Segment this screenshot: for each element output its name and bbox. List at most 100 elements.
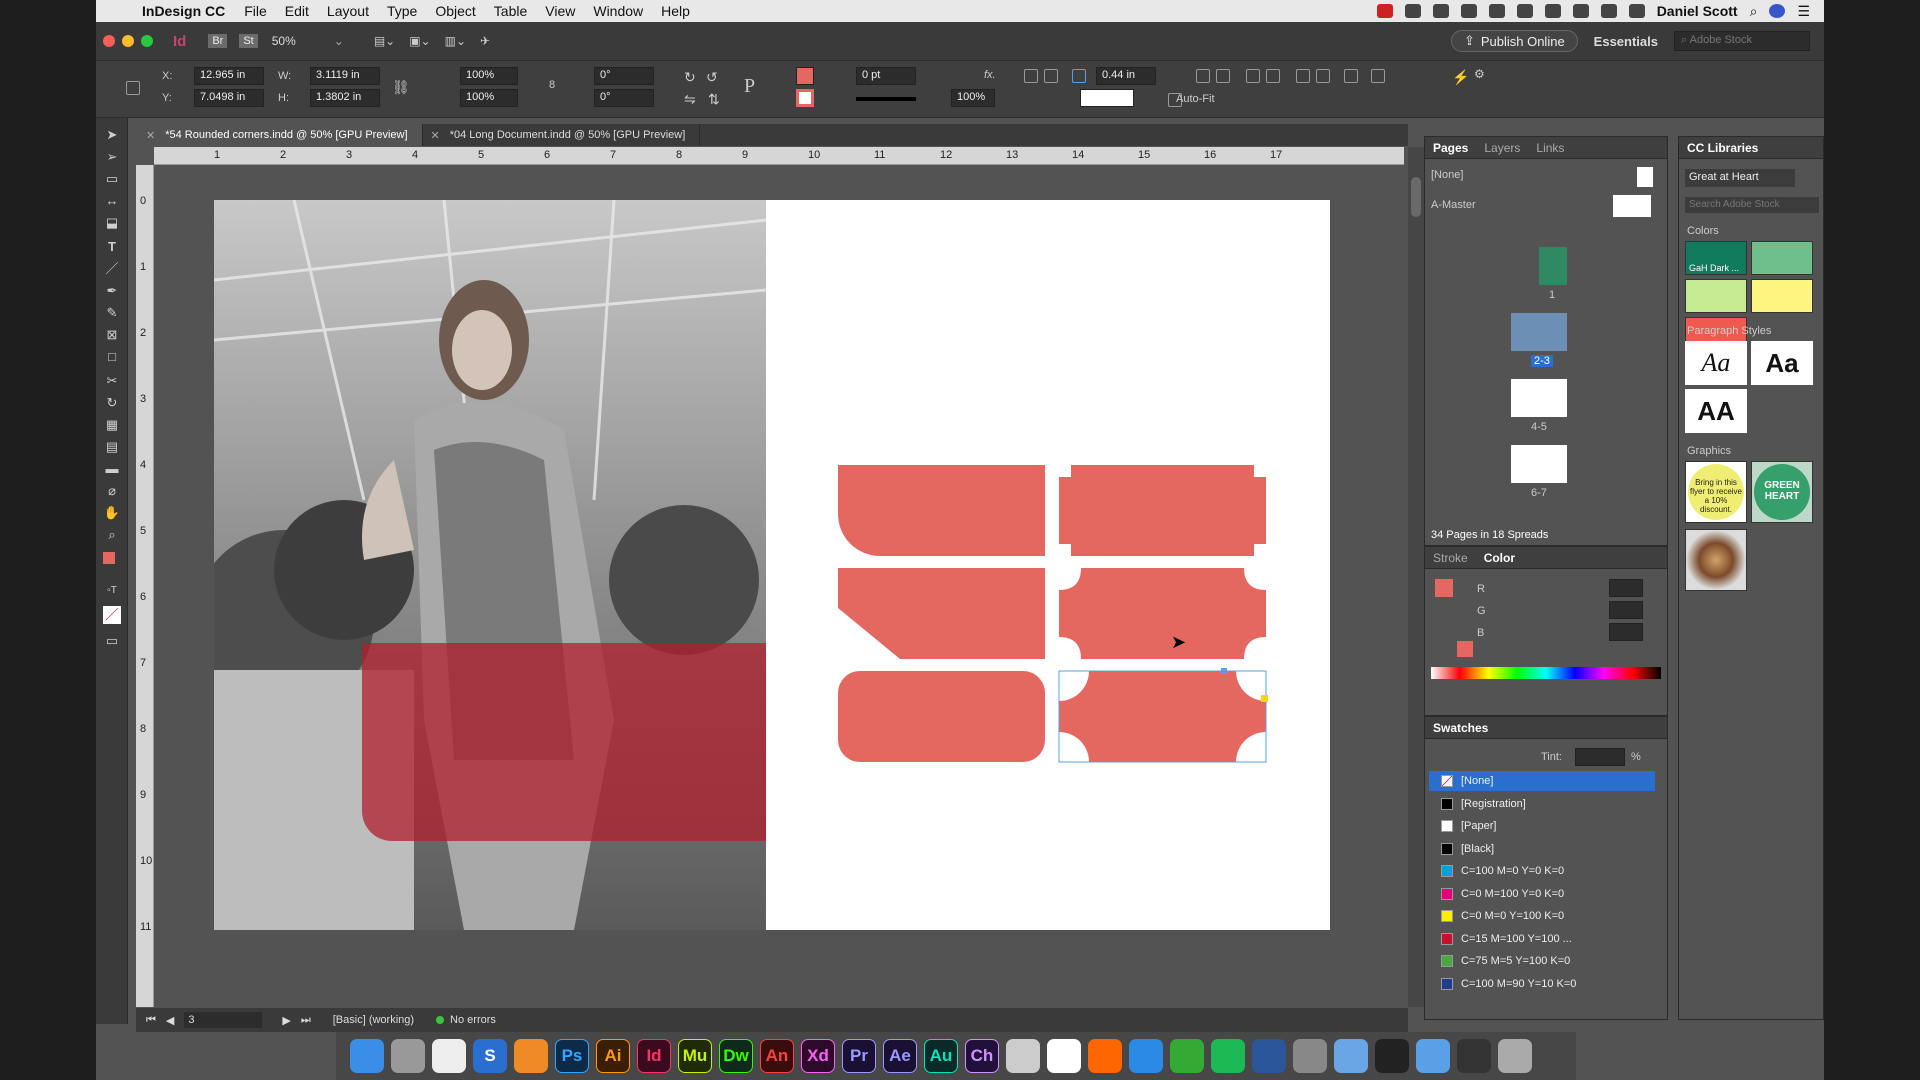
textedit-icon[interactable]: [432, 1039, 466, 1073]
preflight-errors[interactable]: No errors: [450, 1014, 496, 1026]
bridge-button[interactable]: Br: [208, 34, 228, 48]
zoom-window-button[interactable]: [141, 35, 153, 47]
stroke-weight-field[interactable]: 0 pt: [856, 67, 916, 85]
screen-mode-tool-icon[interactable]: ▭: [103, 632, 121, 650]
flip-horizontal-icon[interactable]: ⇋: [684, 91, 696, 108]
tab-rounded-corners[interactable]: ✕ *54 Rounded corners.indd @ 50% [GPU Pre…: [138, 124, 423, 146]
tab-links[interactable]: Links: [1536, 141, 1564, 155]
chevron-down-icon[interactable]: ⌄: [334, 34, 344, 48]
page-left-photo[interactable]: [214, 200, 766, 930]
tab-long-document[interactable]: ✕ *04 Long Document.indd @ 50% [GPU Previ…: [423, 124, 701, 146]
wrap-none-icon[interactable]: [1196, 69, 1210, 83]
align-left-icon[interactable]: [1024, 69, 1038, 83]
menu-window[interactable]: Window: [584, 3, 652, 19]
vertical-ruler[interactable]: 0 1 2 3 4 5 6 7 8 9 10 11: [136, 165, 154, 1007]
graphic-discount-badge[interactable]: Bring in this flyer to receive a 10% dis…: [1685, 461, 1747, 523]
arrange-docs-icon[interactable]: ▥⌄: [445, 34, 466, 48]
last-color-swatch[interactable]: [1457, 641, 1473, 657]
para-style-bold[interactable]: Aa: [1751, 341, 1813, 385]
dock-app-id-icon[interactable]: Id: [637, 1039, 671, 1073]
shape-fancy-corners[interactable]: [1059, 568, 1266, 659]
swatch-row[interactable]: C=15 M=100 Y=100 ...: [1429, 929, 1655, 949]
publish-icon[interactable]: ✈: [480, 34, 490, 48]
tab-stroke[interactable]: Stroke: [1433, 551, 1468, 565]
lightning-icon[interactable]: ⚡: [1452, 69, 1469, 86]
b-field[interactable]: [1609, 623, 1643, 641]
dock-app-pr-icon[interactable]: Pr: [842, 1039, 876, 1073]
gear-icon[interactable]: ⚙: [1474, 67, 1485, 81]
menu-table[interactable]: Table: [485, 3, 536, 19]
height-field[interactable]: 1.3802 in: [310, 89, 380, 107]
library-color-swatch[interactable]: GaH Dark ...: [1685, 241, 1747, 275]
width-field[interactable]: 3.1119 in: [310, 67, 380, 85]
volume-icon[interactable]: [1600, 4, 1617, 18]
type-tool-icon[interactable]: T: [103, 238, 121, 256]
trash-icon[interactable]: [1498, 1039, 1532, 1073]
skype-icon[interactable]: S: [473, 1039, 507, 1073]
tab-layers[interactable]: Layers: [1484, 141, 1520, 155]
menu-object[interactable]: Object: [426, 3, 484, 19]
gradient-swatch-tool-icon[interactable]: ▦: [103, 416, 121, 434]
selection-tool-icon[interactable]: ➤: [103, 126, 121, 144]
close-tab-icon[interactable]: ✕: [431, 129, 440, 142]
fit-proportional-icon[interactable]: [1266, 69, 1280, 83]
g-field[interactable]: [1609, 601, 1643, 619]
align-objects-center-icon[interactable]: [1316, 69, 1330, 83]
finder-icon[interactable]: [350, 1039, 384, 1073]
acrobat-icon[interactable]: [1006, 1039, 1040, 1073]
prev-page-icon[interactable]: ◀: [166, 1014, 174, 1027]
fit-frame-icon[interactable]: [1072, 69, 1086, 83]
gradient-feather-tool-icon[interactable]: ▤: [103, 438, 121, 456]
zoom-level[interactable]: 50%: [272, 34, 334, 48]
none-master[interactable]: [None]: [1431, 169, 1463, 181]
swatch-row[interactable]: [Paper]: [1429, 816, 1655, 836]
app-menu[interactable]: InDesign CC: [132, 3, 235, 19]
dock-app-an-icon[interactable]: An: [760, 1039, 794, 1073]
menu-type[interactable]: Type: [378, 3, 426, 19]
corner-shape-select[interactable]: [1080, 89, 1134, 107]
align-center-icon[interactable]: [1044, 69, 1058, 83]
reference-point-icon[interactable]: [126, 81, 140, 95]
para-style-serif[interactable]: Aa: [1685, 341, 1747, 385]
colors-heading[interactable]: Colors: [1687, 225, 1719, 237]
swatch-row[interactable]: C=100 M=90 Y=10 K=0: [1429, 974, 1655, 994]
direct-selection-tool-icon[interactable]: ➢: [103, 148, 121, 166]
opacity-field[interactable]: 100%: [951, 89, 995, 107]
chrome-icon[interactable]: [1047, 1039, 1081, 1073]
first-page-icon[interactable]: ⏮: [146, 1014, 156, 1027]
menu-help[interactable]: Help: [652, 3, 699, 19]
stroke-swatch[interactable]: [796, 89, 814, 107]
red-overlay-shape[interactable]: [362, 643, 766, 841]
tab-pages[interactable]: Pages: [1433, 141, 1468, 155]
fill-swatch[interactable]: [796, 67, 814, 85]
dropbox-icon[interactable]: [1404, 4, 1421, 18]
flip-vertical-icon[interactable]: ⇅: [708, 91, 720, 108]
word-icon[interactable]: [1252, 1039, 1286, 1073]
swatch-row[interactable]: [None]: [1429, 771, 1655, 791]
folder-icon[interactable]: [1416, 1039, 1450, 1073]
para-style-caps[interactable]: AA: [1685, 389, 1747, 433]
line-tool-icon[interactable]: ／: [103, 260, 121, 278]
zoom-tool-icon[interactable]: ⌕: [103, 526, 121, 544]
time-machine-icon[interactable]: [1516, 4, 1533, 18]
horizontal-ruler[interactable]: 1 2 3 4 5 6 7 8 9 10 11 12 13 14 15 16 17: [154, 147, 1404, 165]
workspace-switcher[interactable]: Essentials: [1594, 34, 1658, 49]
apply-none-icon[interactable]: ／: [103, 606, 121, 624]
shape-rounded-corner-bottom-left[interactable]: [838, 465, 1045, 556]
distribute-icon[interactable]: [1371, 69, 1385, 83]
pasteboard[interactable]: ➤: [154, 165, 1404, 1007]
menu-edit[interactable]: Edit: [276, 3, 318, 19]
swatch-row[interactable]: [Black]: [1429, 839, 1655, 859]
link-scale-icon[interactable]: 8: [549, 79, 555, 91]
library-color-swatch[interactable]: [1751, 241, 1813, 275]
rotate-cw-icon[interactable]: ↻: [684, 69, 696, 86]
swatch-row[interactable]: C=100 M=0 Y=0 K=0: [1429, 861, 1655, 881]
wrap-box-icon[interactable]: [1216, 69, 1230, 83]
a-master-thumb[interactable]: [1613, 195, 1651, 217]
stock-button[interactable]: St: [239, 34, 258, 48]
stock-search-field[interactable]: Search Adobe Stock: [1685, 197, 1819, 213]
pencil-tool-icon[interactable]: ✎: [103, 304, 121, 322]
shape-rounded-rectangle[interactable]: [838, 671, 1045, 762]
fit-content-icon[interactable]: [1246, 69, 1260, 83]
wifi-icon[interactable]: [1544, 4, 1561, 18]
